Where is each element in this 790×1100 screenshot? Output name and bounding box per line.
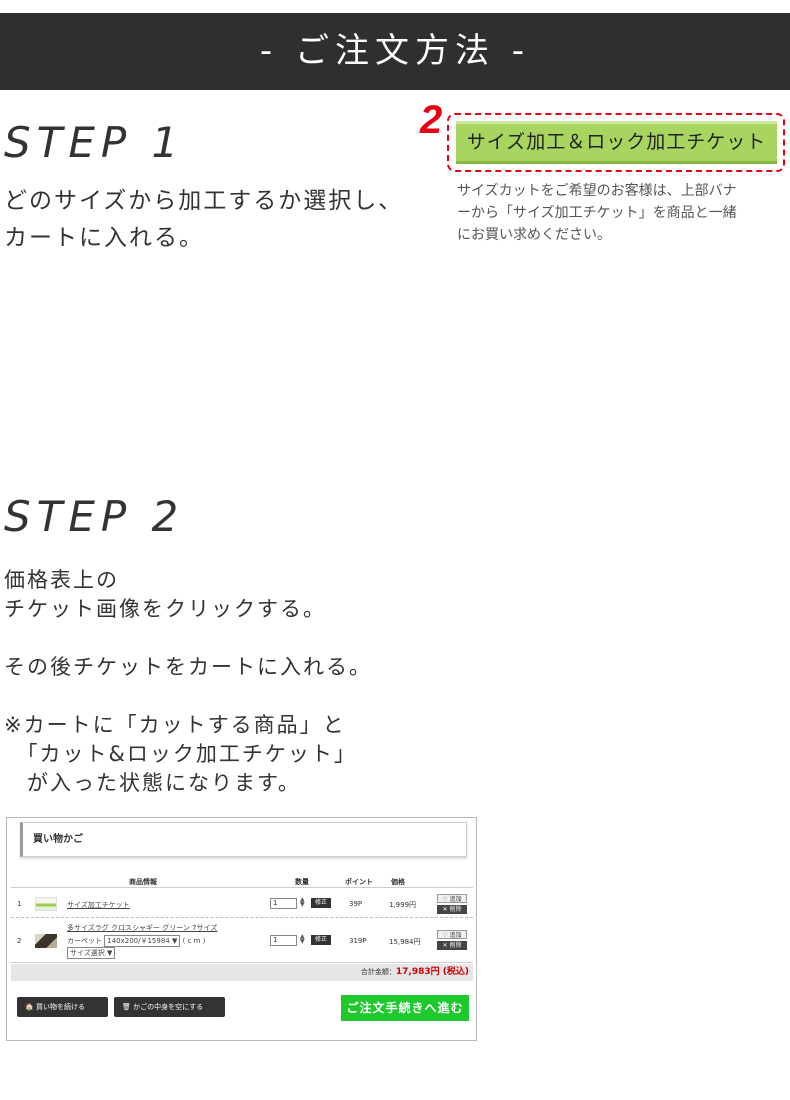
total-value: 17,983円 (税込) [395, 967, 469, 977]
ticket-banner-link[interactable]: サイズ加工＆ロック加工チケット [456, 121, 777, 164]
option-unit: ( c m ) [182, 937, 206, 945]
quantity-input[interactable]: 1 [270, 898, 297, 909]
product-option: カーペット 140x200/￥15984 ▼ ( c m ) [67, 935, 205, 947]
row-index: 2 [17, 937, 22, 945]
total-label: 合計金額： [360, 968, 396, 976]
cart-row: 2 多サイズラグ クロスシャギー グリーン 7サイズ カーペット 140x200… [11, 919, 473, 963]
step1-line: カートに入れる。 [4, 225, 204, 251]
row-points: 39P [349, 900, 363, 908]
option-label: カーペット [67, 937, 102, 945]
cart-total: 合計金額：17,983円 (税込) [11, 964, 473, 981]
update-button[interactable]: 修正 [311, 898, 331, 908]
step2-line: ※カートに「カットする商品」と [4, 713, 346, 737]
product-link[interactable]: 多サイズラグ クロスシャギー グリーン 7サイズ [67, 923, 217, 933]
ticket-note-line: にお買い求めください。 [457, 227, 611, 243]
col-price: 価格 [391, 878, 405, 886]
product-thumbnail[interactable] [35, 897, 57, 911]
quantity-spinner-icon[interactable]: ▲ ▼ [300, 897, 305, 908]
row-points: 319P [349, 937, 367, 945]
step2-line: チケット画像をクリックする。 [4, 597, 326, 621]
step1-line: どのサイズから加工するか選択し、 [4, 188, 404, 214]
continue-shopping-button[interactable]: 🏠 買い物を続ける [17, 997, 108, 1017]
page-title: - ご注文方法 - [259, 31, 531, 71]
step2-line: が入った状態になります。 [4, 771, 301, 795]
col-points: ポイント [345, 878, 373, 886]
cart-screenshot: 買い物かご 商品情報 数量 ポイント 価格 1 サイズ加工チケット 1 ▲ ▼ 修… [6, 817, 477, 1041]
page-header: - ご注文方法 - [0, 13, 790, 90]
row-index: 1 [17, 900, 22, 908]
favorite-add-button[interactable]: ♡ 追加 [437, 930, 467, 939]
step1-title: STEP 1 [4, 118, 185, 167]
option-select[interactable]: 140x200/￥15984 ▼ [104, 935, 181, 947]
step2-title: STEP 2 [4, 492, 185, 541]
delete-button[interactable]: ✕ 削除 [437, 905, 467, 914]
quantity-input[interactable]: 1 [270, 935, 297, 946]
step2-line: 価格表上の [4, 568, 119, 592]
quantity-spinner-icon[interactable]: ▲ ▼ [300, 934, 305, 945]
ticket-note: サイズカットをご希望のお客様は、上部バナ ーから「サイズ加工チケット」を商品と一… [457, 180, 787, 246]
cart-heading: 買い物かご [20, 822, 467, 857]
cart-row: 1 サイズ加工チケット 1 ▲ ▼ 修正 39P 1,999円 ♡ 追加 ✕ 削除 [11, 890, 473, 918]
cart-column-headers: 商品情報 数量 ポイント 価格 [11, 874, 473, 888]
row-price: 15,984円 [389, 938, 421, 946]
update-button[interactable]: 修正 [311, 935, 331, 945]
step2-description: 価格表上の チケット画像をクリックする。 その後チケットをカートに入れる。 ※カ… [4, 566, 464, 798]
step1-description: どのサイズから加工するか選択し、 カートに入れる。 [4, 183, 444, 257]
col-product: 商品情報 [129, 878, 157, 886]
step2-line: その後チケットをカートに入れる。 [4, 655, 372, 679]
product-thumbnail[interactable] [35, 934, 57, 948]
callout-number: 2 [420, 98, 443, 142]
delete-button[interactable]: ✕ 削除 [437, 941, 467, 950]
col-qty: 数量 [295, 878, 309, 886]
size-select-wrap: サイズ選択 ▼ [67, 947, 116, 959]
ticket-highlight-box: サイズ加工＆ロック加工チケット [447, 113, 785, 172]
row-price: 1,999円 [389, 901, 417, 909]
favorite-add-button[interactable]: ♡ 追加 [437, 894, 467, 903]
checkout-button[interactable]: ご注文手続きへ進む [341, 995, 469, 1021]
empty-cart-button[interactable]: 🗑 かごの中身を空にする [114, 997, 225, 1017]
product-link[interactable]: サイズ加工チケット [67, 900, 130, 910]
ticket-note-line: サイズカットをご希望のお客様は、上部バナ [457, 183, 737, 199]
size-select[interactable]: サイズ選択 ▼ [67, 947, 116, 959]
ticket-note-line: ーから「サイズ加工チケット」を商品と一緒 [457, 205, 737, 221]
step2-line: 「カット&ロック加工チケット」 [4, 742, 357, 766]
